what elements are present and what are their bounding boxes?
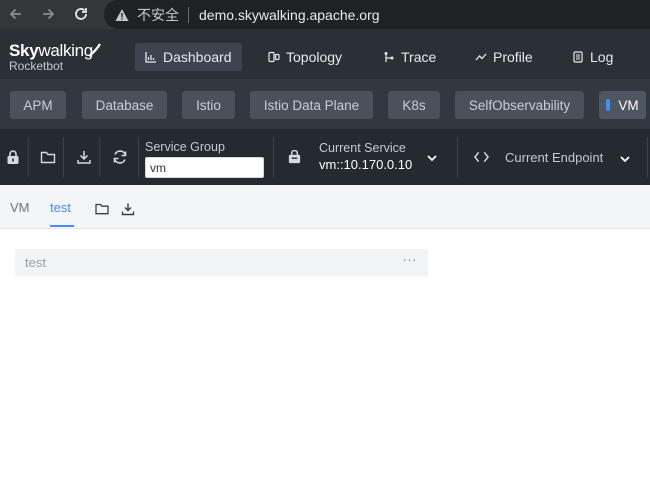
folder-icon[interactable]	[40, 149, 56, 165]
template-tab-database[interactable]: Database	[82, 91, 167, 119]
template-tab-label: Database	[95, 97, 154, 113]
service-group-label: Service Group	[145, 140, 225, 154]
template-tab-vm[interactable]: VM	[599, 91, 646, 119]
dashboard-tabs: VM test	[0, 185, 650, 229]
address-separator	[188, 6, 189, 23]
nav-item-topology[interactable]: Topology	[258, 43, 352, 71]
toolbar-divider	[28, 137, 29, 177]
lock-icon[interactable]	[5, 149, 21, 165]
template-tab-label: VM	[618, 97, 639, 113]
dashboard-widget: test ···	[15, 249, 428, 276]
more-options-icon[interactable]: ···	[403, 252, 418, 267]
widget-title: test	[25, 255, 46, 270]
back-arrow-icon[interactable]	[6, 4, 26, 24]
active-tab-underline	[50, 225, 74, 227]
profile-icon	[475, 51, 487, 63]
nav-item-trace[interactable]: Trace	[373, 43, 446, 71]
template-tab-label: SelfObservability	[468, 97, 571, 113]
logo-text-walking: walking	[38, 41, 93, 60]
dashboard-icon	[145, 51, 157, 63]
toolbar-divider	[138, 137, 139, 177]
folder-icon[interactable]	[95, 202, 109, 216]
code-icon	[474, 151, 489, 163]
current-service-value[interactable]: vm::10.170.0.10	[319, 157, 412, 172]
logo-text-sky: Sky	[9, 41, 39, 60]
nav-item-log[interactable]: Log	[562, 43, 623, 71]
browser-toolbar: 不安全 demo.skywalking.apache.org	[0, 0, 650, 29]
insecure-label: 不安全	[137, 7, 179, 24]
tab-vm[interactable]: VM	[10, 200, 30, 215]
template-tab-k8s[interactable]: K8s	[388, 91, 440, 119]
nav-item-profile[interactable]: Profile	[465, 43, 543, 71]
skywalking-logo: Skywalking Rocketbot	[9, 41, 109, 75]
nav-label-topology: Topology	[286, 49, 343, 65]
logo-swoosh-icon	[88, 43, 101, 57]
nav-label-trace: Trace	[401, 49, 437, 65]
nav-label-profile: Profile	[493, 49, 533, 65]
refresh-icon[interactable]	[112, 149, 128, 165]
template-tab-label: Istio	[196, 97, 221, 113]
address-bar[interactable]: 不安全 demo.skywalking.apache.org	[104, 0, 650, 29]
template-tab-label: APM	[23, 97, 53, 113]
template-tab-istio-data-plane[interactable]: Istio Data Plane	[250, 91, 373, 119]
service-icon	[288, 150, 301, 164]
template-tabs-bar: APM Database Istio Istio Data Plane K8s …	[0, 79, 650, 129]
warning-icon[interactable]	[115, 8, 129, 22]
active-tab-indicator	[606, 99, 611, 111]
nav-label-log: Log	[590, 49, 614, 65]
trace-icon	[383, 51, 395, 63]
toolbar-divider	[63, 137, 64, 177]
toolbar-divider	[457, 137, 458, 177]
service-group-input[interactable]	[145, 157, 264, 178]
chevron-down-icon[interactable]	[426, 152, 438, 164]
nav-item-dashboard[interactable]: Dashboard	[135, 43, 242, 71]
toolbar-divider	[647, 137, 648, 177]
template-tab-apm[interactable]: APM	[10, 91, 66, 119]
current-endpoint-label[interactable]: Current Endpoint	[505, 150, 603, 165]
nav-label-dashboard: Dashboard	[163, 49, 232, 65]
reload-icon[interactable]	[71, 4, 91, 24]
download-icon[interactable]	[121, 202, 135, 216]
topology-icon	[268, 51, 280, 63]
template-tab-istio[interactable]: Istio	[182, 91, 235, 119]
forward-arrow-icon[interactable]	[38, 4, 58, 24]
current-service-label: Current Service	[319, 141, 406, 155]
logo-subtitle: Rocketbot	[9, 59, 64, 73]
url-text[interactable]: demo.skywalking.apache.org	[199, 7, 380, 23]
chevron-down-icon[interactable]	[619, 153, 631, 165]
toolbar-divider	[99, 137, 100, 177]
service-toolbar: Service Group Current Service vm::10.170…	[0, 129, 650, 185]
log-icon	[572, 51, 584, 63]
template-tab-label: Istio Data Plane	[263, 97, 360, 113]
download-icon[interactable]	[76, 149, 92, 165]
toolbar-divider	[273, 137, 274, 177]
tab-test[interactable]: test	[50, 200, 71, 215]
template-tab-selfobservability[interactable]: SelfObservability	[455, 91, 584, 119]
template-tab-label: K8s	[402, 97, 426, 113]
